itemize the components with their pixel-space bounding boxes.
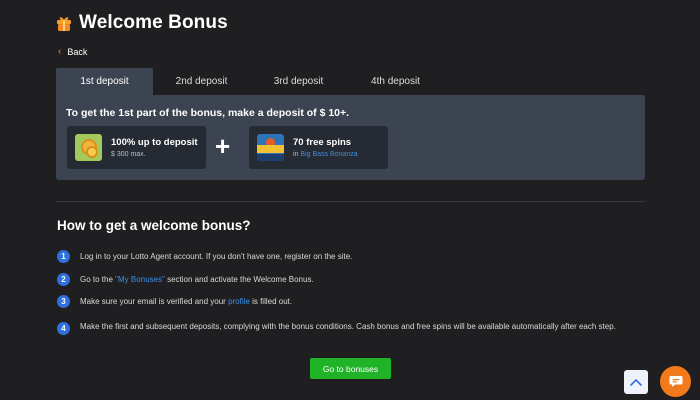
- scroll-to-top-button[interactable]: [624, 370, 648, 394]
- step-number: 3: [57, 295, 70, 308]
- back-link[interactable]: ‹ Back: [58, 46, 88, 58]
- cash-bonus-card: 100% up to deposit $ 300 max.: [67, 126, 206, 169]
- page-header: Welcome Bonus: [56, 11, 228, 35]
- how-to-title: How to get a welcome bonus?: [57, 218, 251, 233]
- tab-1st-deposit[interactable]: 1st deposit: [56, 68, 153, 95]
- page-title: Welcome Bonus: [79, 12, 228, 33]
- back-label: Back: [67, 47, 88, 57]
- step-item: 3 Make sure your email is verified and y…: [57, 295, 292, 308]
- chevron-left-icon: ‹: [58, 46, 62, 57]
- chat-icon: [669, 376, 682, 387]
- my-bonuses-link[interactable]: "My Bonuses": [115, 275, 165, 284]
- free-spins-card: 70 free spins in Big Bass Bonanza: [249, 126, 388, 169]
- free-spins-main: 70 free spins: [293, 137, 352, 148]
- go-to-bonuses-button[interactable]: Go to bonuses: [310, 358, 391, 379]
- step-text: Make sure your email is verified and you…: [80, 296, 292, 308]
- cash-bonus-main: 100% up to deposit: [111, 137, 198, 148]
- step-text-before: Make sure your email is verified and you…: [80, 297, 229, 306]
- chevron-up-icon: [630, 379, 642, 386]
- cash-bonus-max: $ 300 max.: [111, 151, 146, 158]
- chat-button[interactable]: [660, 366, 691, 397]
- deposit-tabs: 1st deposit 2nd deposit 3rd deposit 4th …: [56, 68, 645, 95]
- tab-2nd-deposit[interactable]: 2nd deposit: [153, 68, 250, 95]
- slot-game-icon: [257, 134, 284, 161]
- deposit-headline: To get the 1st part of the bonus, make a…: [66, 107, 350, 119]
- tab-4th-deposit[interactable]: 4th deposit: [347, 68, 444, 95]
- step-text-before: Go to the: [80, 275, 116, 284]
- section-divider: [56, 201, 645, 202]
- step-number: 4: [57, 322, 70, 335]
- deposit-panel: To get the 1st part of the bonus, make a…: [56, 95, 645, 180]
- step-text-after: section and activate the Welcome Bonus.: [164, 275, 314, 284]
- step-item: 2 Go to the "My Bonuses" section and act…: [57, 273, 314, 286]
- profile-link[interactable]: profile: [228, 297, 250, 306]
- step-item: 1 Log in to your Lotto Agent account. If…: [57, 250, 352, 263]
- step-item: 4 Make the first and subsequent deposits…: [57, 322, 642, 335]
- step-number: 1: [57, 250, 70, 263]
- step-number: 2: [57, 273, 70, 286]
- free-spins-game-line: in Big Bass Bonanza: [293, 151, 358, 158]
- step-text: Log in to your Lotto Agent account. If y…: [80, 252, 353, 261]
- step-text: Make the first and subsequent deposits, …: [80, 322, 616, 331]
- game-link[interactable]: Big Bass Bonanza: [300, 151, 357, 158]
- coins-icon: [75, 134, 102, 161]
- step-text-after: is filled out.: [249, 297, 293, 306]
- gift-icon: [56, 15, 72, 31]
- plus-icon: +: [215, 131, 231, 161]
- tab-3rd-deposit[interactable]: 3rd deposit: [250, 68, 347, 95]
- step-text: Go to the "My Bonuses" section and activ…: [80, 274, 314, 286]
